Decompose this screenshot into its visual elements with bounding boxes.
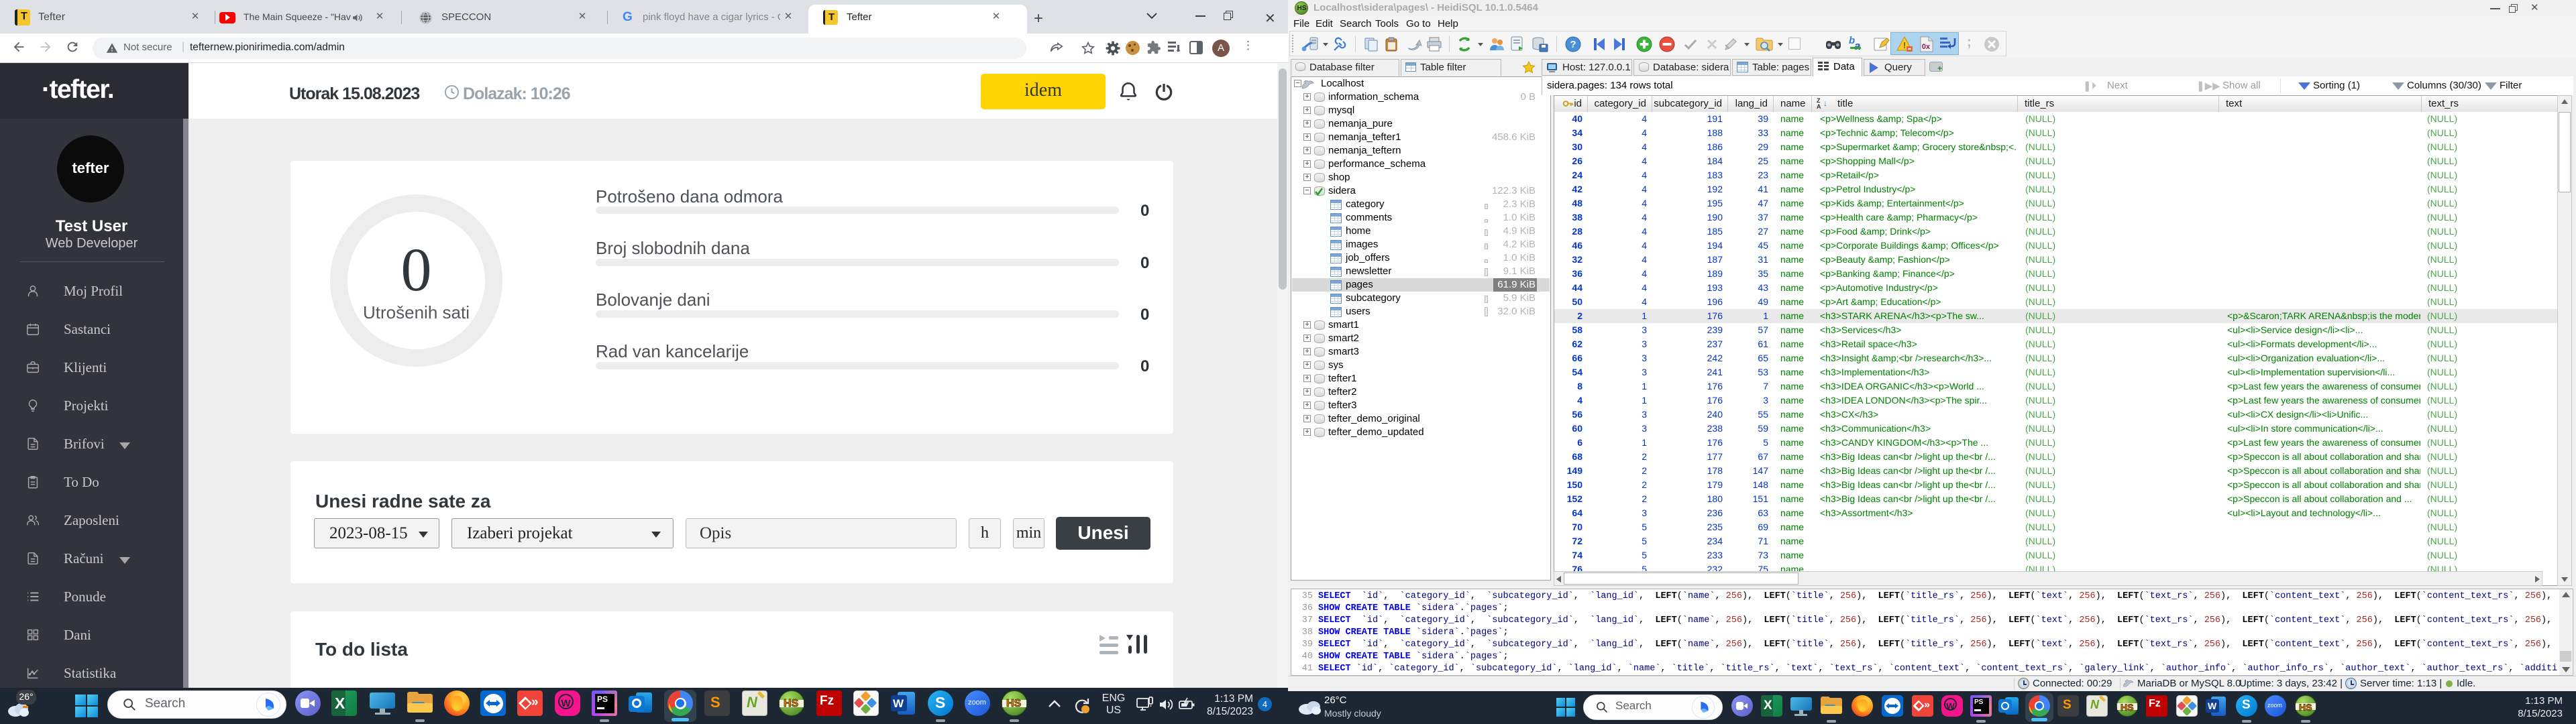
- svg-text:0x: 0x: [1922, 43, 1931, 51]
- svg-text:!: !: [1903, 40, 1906, 50]
- svg-text:?: ?: [1570, 39, 1576, 50]
